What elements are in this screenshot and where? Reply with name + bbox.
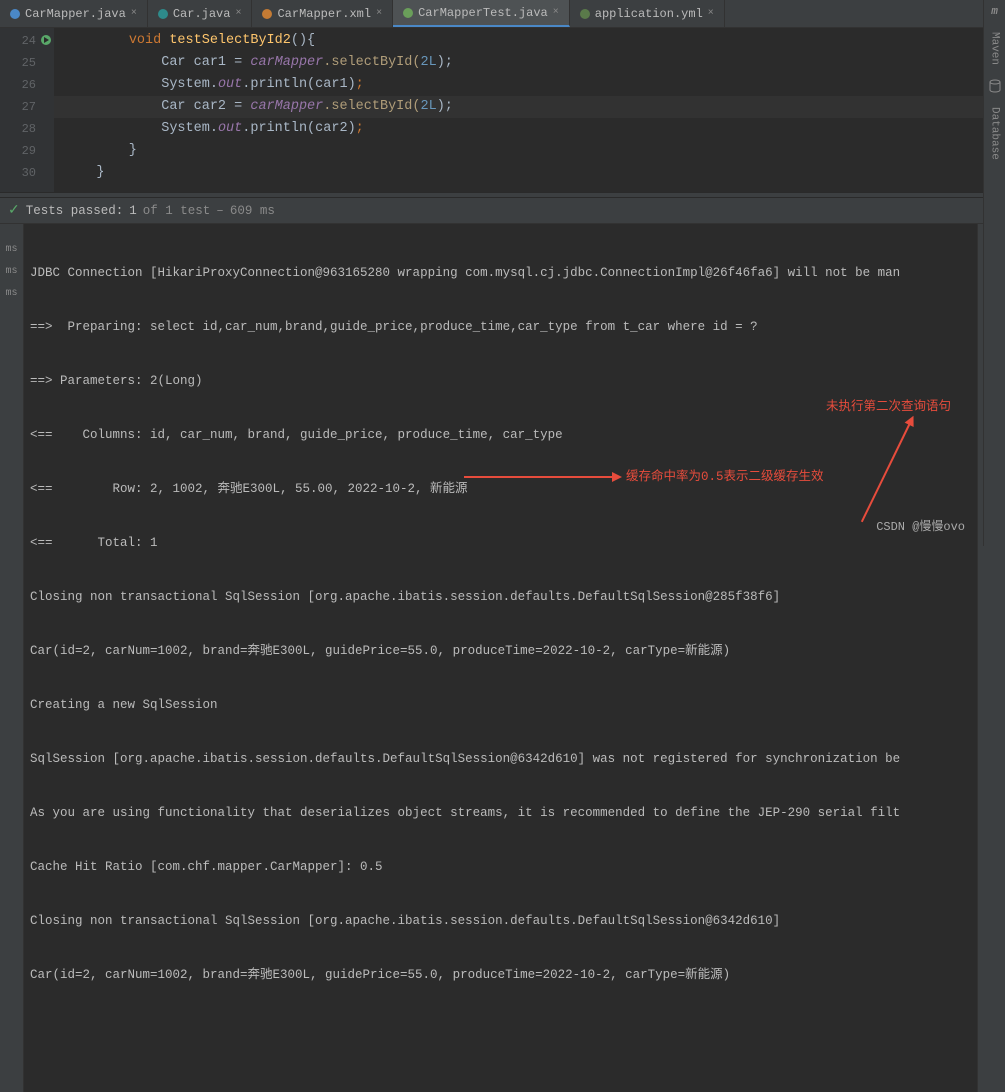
java-interface-icon [10, 9, 20, 19]
tab-label: application.yml [595, 7, 703, 21]
console-panel: ms ms ms JDBC Connection [HikariProxyCon… [0, 224, 1005, 1092]
tests-of-label: of 1 test [143, 204, 211, 218]
console-line: ==> Preparing: select id,car_num,brand,g… [30, 318, 971, 336]
strip-item[interactable]: ms [0, 266, 23, 284]
console-line: Closing non transactional SqlSession [or… [30, 588, 971, 606]
annotation-no-second-query: 未执行第二次查询语句 [826, 398, 951, 416]
database-panel-button[interactable]: Database [989, 107, 1001, 160]
tab-label: Car.java [173, 7, 231, 21]
console-line: <== Row: 2, 1002, 奔驰E300L, 55.00, 2022-1… [30, 480, 971, 498]
annotation-arrow [464, 476, 614, 478]
code-editor[interactable]: 24 25 26 27 28 29 30 ✓ void testSelectBy… [0, 28, 1005, 192]
console-line: SqlSession [org.apache.ibatis.session.de… [30, 750, 971, 768]
java-class-icon [158, 9, 168, 19]
code-content[interactable]: ✓ void testSelectById2(){ Car car1 = car… [54, 28, 1005, 192]
close-icon[interactable]: × [131, 8, 137, 19]
console-line: Creating a new SqlSession [30, 696, 971, 714]
tab-car-java[interactable]: Car.java × [148, 0, 253, 27]
xml-file-icon [262, 9, 272, 19]
maven-m-icon[interactable]: m [991, 6, 998, 18]
tab-carmappertest-java[interactable]: CarMapperTest.java × [393, 0, 570, 27]
tests-passed-label: Tests passed: [26, 204, 124, 218]
tab-application-yml[interactable]: application.yml × [570, 0, 725, 27]
console-line: ==> Parameters: 2(Long) [30, 372, 971, 390]
console-line: <== Columns: id, car_num, brand, guide_p… [30, 426, 971, 444]
maven-panel-button[interactable]: Maven [989, 32, 1001, 65]
console-line: Cache Hit Ratio [com.chf.mapper.CarMappe… [30, 858, 971, 876]
close-icon[interactable]: × [376, 8, 382, 19]
editor-tabs: CarMapper.java × Car.java × CarMapper.xm… [0, 0, 1005, 28]
console-output[interactable]: JDBC Connection [HikariProxyConnection@9… [24, 224, 977, 1092]
strip-item[interactable]: ms [0, 244, 23, 262]
tests-passed-count: 1 [129, 204, 137, 218]
tests-time: 609 ms [230, 204, 275, 218]
close-icon[interactable]: × [553, 7, 559, 18]
dash: – [216, 204, 224, 218]
close-icon[interactable]: × [708, 8, 714, 19]
line-gutter: 24 25 26 27 28 29 30 [0, 28, 54, 192]
yml-file-icon [580, 9, 590, 19]
tab-carmapper-java[interactable]: CarMapper.java × [0, 0, 148, 27]
run-test-icon[interactable] [40, 34, 52, 46]
tab-label: CarMapperTest.java [418, 6, 548, 20]
java-test-icon [403, 8, 413, 18]
console-line: Car(id=2, carNum=1002, brand=奔驰E300L, gu… [30, 642, 971, 660]
annotation-cache-hit: 缓存命中率为0.5表示二级缓存生效 [626, 468, 824, 486]
close-icon[interactable]: × [235, 8, 241, 19]
console-line: As you are using functionality that dese… [30, 804, 971, 822]
console-line: JDBC Connection [HikariProxyConnection@9… [30, 264, 971, 282]
strip-item[interactable]: ms [0, 288, 23, 306]
database-icon[interactable] [988, 79, 1002, 93]
watermark: CSDN @慢慢ovo [876, 517, 965, 534]
right-tool-sidebar: m Maven Database [983, 0, 1005, 546]
run-tab-strip: ms ms ms [0, 224, 24, 1092]
test-status-bar: ✓ Tests passed: 1 of 1 test – 609 ms [0, 198, 1005, 224]
tab-carmapper-xml[interactable]: CarMapper.xml × [252, 0, 393, 27]
test-pass-icon: ✓ [8, 202, 20, 219]
console-line: <== Total: 1 [30, 534, 971, 552]
tab-label: CarMapper.xml [277, 7, 371, 21]
tab-label: CarMapper.java [25, 7, 126, 21]
console-line: Car(id=2, carNum=1002, brand=奔驰E300L, gu… [30, 966, 971, 984]
console-line: Closing non transactional SqlSession [or… [30, 912, 971, 930]
